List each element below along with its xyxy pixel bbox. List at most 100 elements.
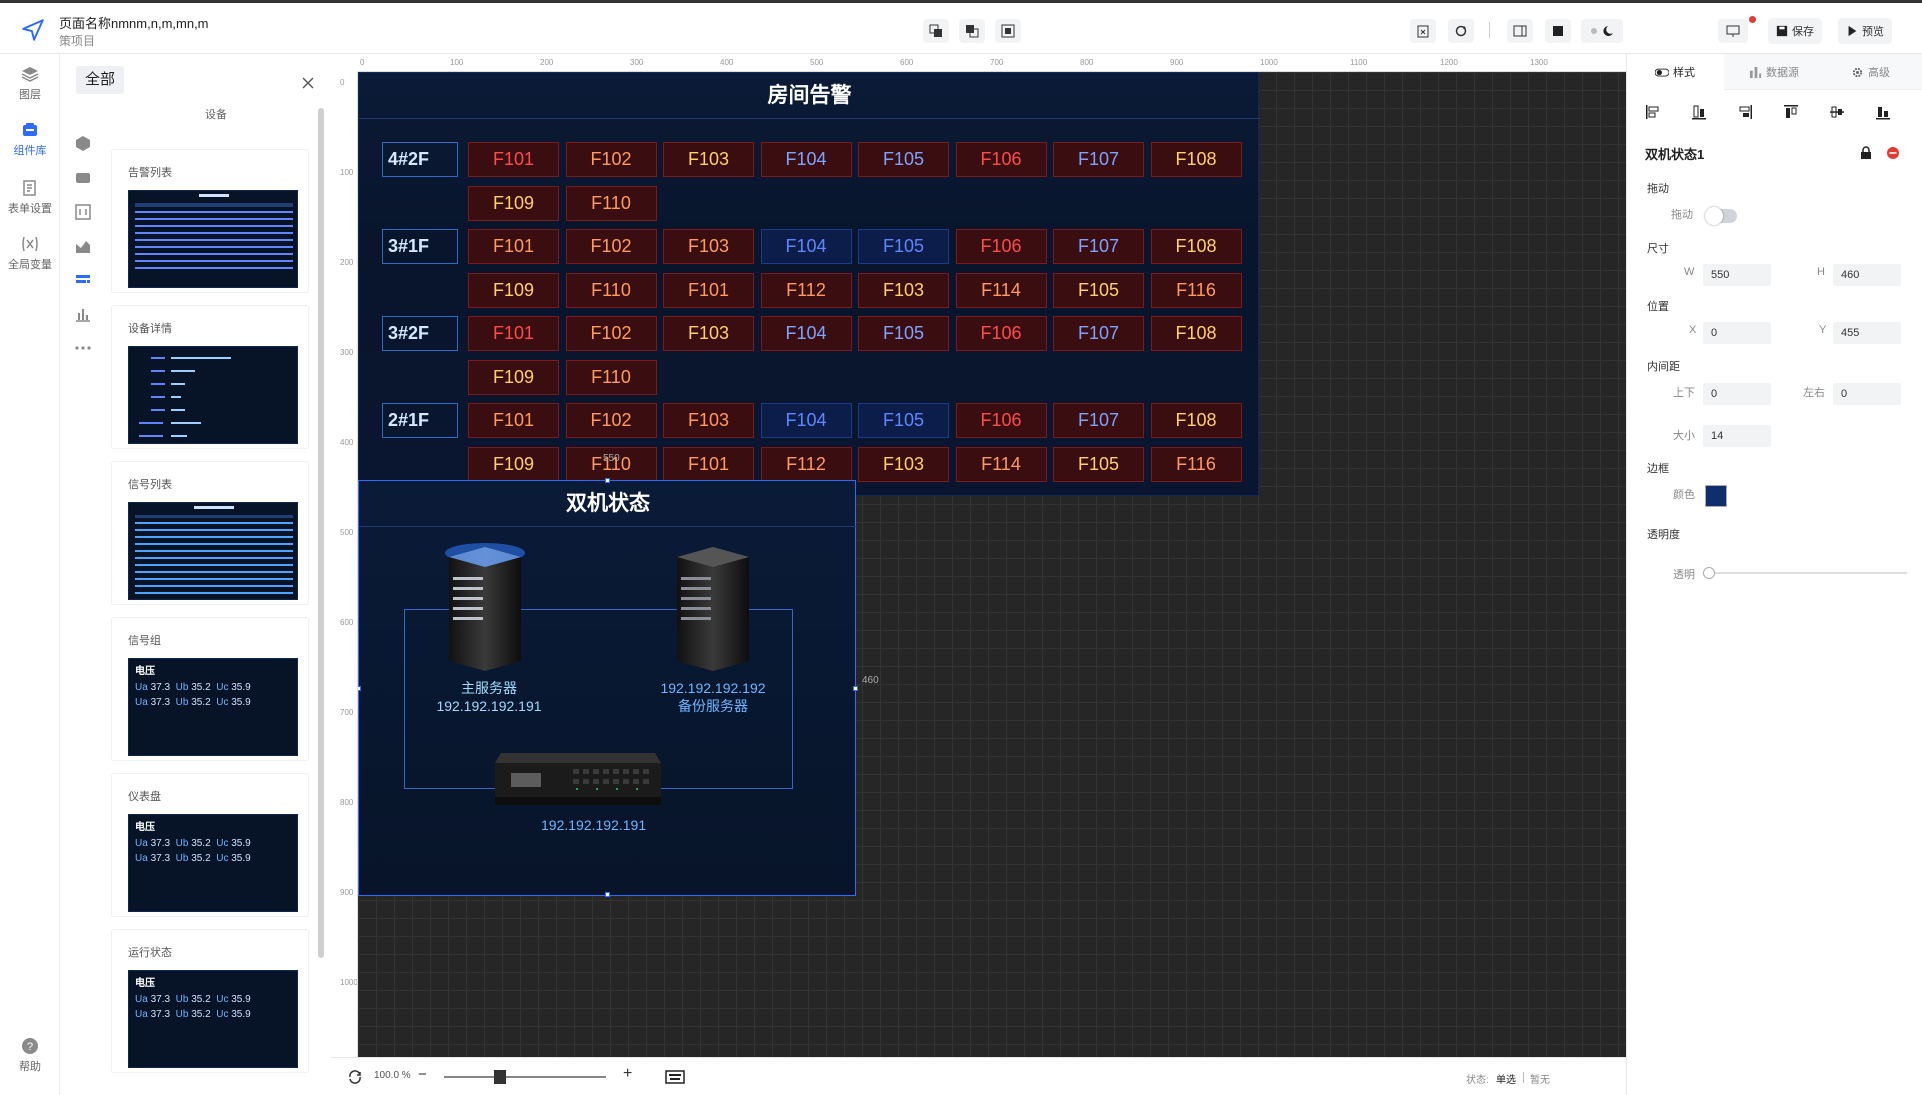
padding-vertical-input[interactable]: 0 xyxy=(1703,383,1771,405)
room-alarm-widget[interactable]: 房间告警 4#2F F101 F102 F103 F104 F105 F106 F107 F10… xyxy=(358,72,1260,496)
room-cell[interactable]: F105 xyxy=(858,229,949,264)
room-cell[interactable]: F114 xyxy=(955,272,1047,308)
padding-horizontal-input[interactable]: 0 xyxy=(1833,383,1901,405)
zoom-slider-knob[interactable] xyxy=(494,1070,506,1084)
room-cell[interactable]: F112 xyxy=(760,272,852,308)
rail-layers[interactable]: 图层 xyxy=(0,64,60,102)
toggle-panel-button[interactable] xyxy=(1507,19,1533,43)
room-cell[interactable]: F102 xyxy=(565,142,657,177)
align-center-horizontal-icon[interactable] xyxy=(1691,104,1707,120)
room-cell[interactable]: F105 xyxy=(1053,272,1144,308)
room-cell[interactable]: F101 xyxy=(663,446,754,482)
align-left-icon[interactable] xyxy=(1645,104,1661,120)
opacity-slider-track[interactable] xyxy=(1707,572,1907,574)
tab-style[interactable]: 样式 xyxy=(1655,64,1695,80)
room-cell[interactable]: F105 xyxy=(858,142,949,177)
zoom-out-button[interactable]: − xyxy=(418,1066,427,1083)
rail-global-variables[interactable]: 全局变量 xyxy=(0,234,60,272)
rail-help[interactable]: ? 帮助 xyxy=(0,1036,60,1074)
room-cell[interactable]: F101 xyxy=(468,316,559,351)
room-cell[interactable]: F104 xyxy=(760,142,852,177)
room-cell[interactable]: F105 xyxy=(1053,446,1144,482)
drag-toggle[interactable] xyxy=(1705,207,1737,225)
component-card-device-detail[interactable]: 设备详情 xyxy=(112,306,308,448)
lock-icon[interactable] xyxy=(1859,146,1873,160)
room-cell[interactable]: F106 xyxy=(955,229,1047,264)
room-cell[interactable]: F103 xyxy=(663,403,754,438)
align-top-icon[interactable] xyxy=(1783,104,1799,120)
clear-button[interactable] xyxy=(1410,19,1436,43)
height-input[interactable]: 460 xyxy=(1833,264,1901,286)
room-cell[interactable]: F108 xyxy=(1150,229,1242,264)
room-cell[interactable]: F108 xyxy=(1150,316,1242,351)
room-cell[interactable]: F116 xyxy=(1150,272,1242,308)
resize-handle-top[interactable] xyxy=(605,478,610,483)
room-cell[interactable]: F110 xyxy=(565,446,657,482)
align-middle-icon[interactable] xyxy=(1829,104,1845,120)
zoom-slider-track[interactable] xyxy=(444,1076,606,1078)
room-cell[interactable]: F108 xyxy=(1150,142,1242,177)
font-size-input[interactable]: 14 xyxy=(1703,425,1771,447)
group-button[interactable] xyxy=(995,19,1021,43)
room-cell[interactable]: F110 xyxy=(565,359,657,395)
align-right-icon[interactable] xyxy=(1737,104,1753,120)
component-card-alarm-list[interactable]: 告警列表 xyxy=(112,150,308,292)
resize-handle-right[interactable] xyxy=(853,686,858,691)
room-cell[interactable]: F106 xyxy=(955,142,1047,177)
close-icon[interactable] xyxy=(301,76,315,90)
room-cell[interactable]: F103 xyxy=(663,316,754,351)
border-color-swatch[interactable] xyxy=(1705,485,1727,507)
tab-advanced[interactable]: 高级 xyxy=(1851,64,1890,80)
room-cell[interactable]: F107 xyxy=(1053,316,1144,351)
rail-form-settings[interactable]: 表单设置 xyxy=(0,178,60,216)
align-bottom-icon[interactable] xyxy=(1875,104,1891,120)
room-cell[interactable]: F116 xyxy=(1150,446,1242,482)
tab-data-source[interactable]: 数据源 xyxy=(1749,64,1799,80)
room-cell[interactable]: F104 xyxy=(760,316,852,351)
screen-button[interactable] xyxy=(1718,19,1748,43)
room-cell[interactable]: F103 xyxy=(663,142,754,177)
room-cell[interactable]: F102 xyxy=(565,316,657,351)
room-cell[interactable]: F101 xyxy=(468,403,559,438)
opacity-slider-knob[interactable] xyxy=(1703,567,1715,579)
room-cell[interactable]: F106 xyxy=(955,403,1047,438)
resize-handle-left[interactable] xyxy=(358,686,361,691)
panel-scrollbar[interactable] xyxy=(318,108,324,958)
design-canvas[interactable]: 房间告警 4#2F F101 F102 F103 F104 F105 F106 F107 F10… xyxy=(358,72,1626,1057)
keyboard-icon[interactable] xyxy=(665,1070,685,1084)
resize-handle-bottom[interactable] xyxy=(605,892,610,897)
room-cell[interactable]: F110 xyxy=(565,272,657,308)
component-card-running-status[interactable]: 运行状态 电压 Ua 37.3 Ub 35.2 Uc 35.9 Ua 37.3 … xyxy=(112,930,308,1072)
all-filter-button[interactable]: 全部 xyxy=(76,66,125,94)
dual-status-widget[interactable]: 双机状态 主服务器 192.192.192.191 192.192.192.19… xyxy=(358,453,879,897)
reset-zoom-icon[interactable] xyxy=(348,1070,362,1084)
room-cell[interactable]: F109 xyxy=(468,446,559,482)
bring-forward-button[interactable] xyxy=(923,19,949,43)
room-cell[interactable]: F101 xyxy=(468,142,559,177)
room-cell[interactable]: F109 xyxy=(468,272,559,308)
zoom-in-button[interactable]: + xyxy=(623,1065,632,1083)
component-card-signal-group[interactable]: 信号组 电压 Ua 37.3 Ub 35.2 Uc 35.9 Ua 37.3 U… xyxy=(112,618,308,760)
room-cell[interactable]: F103 xyxy=(858,446,949,482)
room-cell[interactable]: F110 xyxy=(565,185,657,221)
room-cell[interactable]: F103 xyxy=(858,272,949,308)
save-button[interactable]: 保存 xyxy=(1768,18,1822,44)
room-cell[interactable]: F107 xyxy=(1053,403,1144,438)
room-cell[interactable]: F103 xyxy=(663,229,754,264)
send-backward-button[interactable] xyxy=(959,19,985,43)
room-cell[interactable]: F104 xyxy=(760,403,852,438)
room-cell[interactable]: F109 xyxy=(468,359,559,395)
room-cell[interactable]: F105 xyxy=(858,316,949,351)
room-cell[interactable]: F102 xyxy=(565,403,657,438)
delete-icon[interactable] xyxy=(1886,146,1900,160)
room-cell[interactable]: F109 xyxy=(468,185,559,221)
room-cell[interactable]: F108 xyxy=(1150,403,1242,438)
room-cell[interactable]: F101 xyxy=(468,229,559,264)
rail-component-library[interactable]: 组件库 xyxy=(0,120,60,158)
refresh-button[interactable] xyxy=(1448,19,1474,43)
room-cell[interactable]: F114 xyxy=(955,446,1047,482)
room-cell[interactable]: F102 xyxy=(565,229,657,264)
room-cell[interactable]: F101 xyxy=(663,272,754,308)
room-cell[interactable]: F106 xyxy=(955,316,1047,351)
room-cell[interactable]: F107 xyxy=(1053,229,1144,264)
